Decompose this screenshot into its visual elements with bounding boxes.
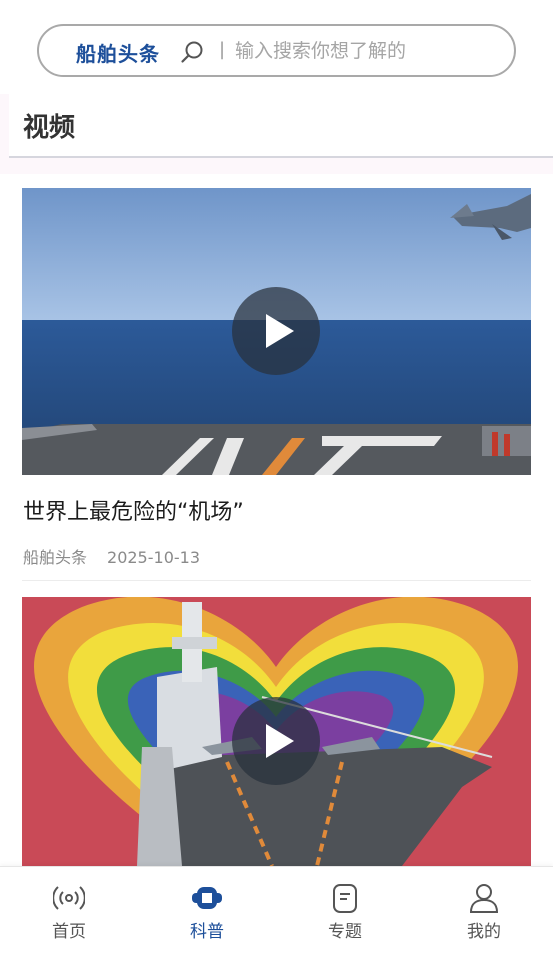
nav-label: 首页 [52,922,86,942]
nav-label: 我的 [467,922,501,942]
video-thumbnail[interactable] [22,188,531,475]
search-separator: | [219,39,226,60]
card-divider [22,580,531,581]
nav-item-mine[interactable]: 我的 [439,877,529,947]
search-input[interactable] [235,34,505,68]
video-title[interactable]: 世界上最危险的“机场” [23,494,244,526]
nav-item-home[interactable]: 首页 [24,877,114,947]
video-card[interactable]: 世界上最危险的“机场” 船舶头条 2025-10-13 [22,188,531,581]
science-icon [192,887,222,909]
brand-logo-text: 船舶头条 [76,42,160,66]
video-source: 船舶头条 [23,548,88,567]
nav-item-science[interactable]: 科普 [162,877,252,947]
user-icon [469,884,499,913]
play-button[interactable] [232,287,320,375]
search-icon[interactable] [180,40,204,64]
play-icon [266,724,294,758]
nav-item-topics[interactable]: 专题 [300,877,390,947]
section-title: 视频 [23,113,76,143]
video-card[interactable] [22,597,531,866]
document-icon [333,884,357,913]
broadcast-icon [53,886,85,910]
video-meta: 船舶头条 2025-10-13 [23,544,200,568]
bottom-nav: 首页 科普 专题 我的 [0,866,553,953]
play-button[interactable] [232,697,320,785]
nav-label: 科普 [190,922,224,942]
play-icon [266,314,294,348]
search-bar[interactable]: 船舶头条 | [37,24,516,77]
section-header: 视频 [9,94,553,158]
video-date: 2025-10-13 [107,548,200,567]
video-thumbnail[interactable] [22,597,531,866]
nav-label: 专题 [328,922,362,942]
